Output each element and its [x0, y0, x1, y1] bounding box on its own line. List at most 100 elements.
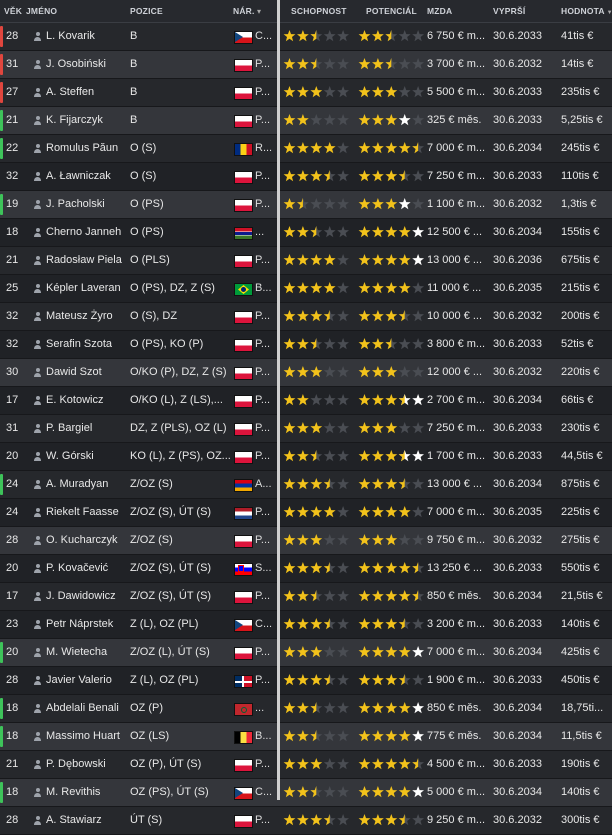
player-name[interactable]: M. Revithis — [46, 779, 126, 806]
player-name[interactable]: Cherno Janneh — [46, 219, 126, 246]
table-row[interactable]: 28 L. Kovarik B C... 6 750 € m... 30.6.2033 41… — [0, 23, 612, 51]
table-row[interactable]: 17 E. Kotowicz O/KO (L), Z (LS),... P... 2 7… — [0, 387, 612, 415]
player-name[interactable]: Mateusz Żyro — [46, 303, 126, 330]
table-row[interactable]: 32 Serafin Szota O (PS), KO (P) P... 3 800 €… — [0, 331, 612, 359]
player-name[interactable]: M. Wietecha — [46, 639, 126, 666]
table-row[interactable]: 24 Riekelt Faasse Z/OZ (S), ÚT (S) P... 7 00… — [0, 499, 612, 527]
player-name[interactable]: E. Kotowicz — [46, 387, 126, 414]
table-row[interactable]: 23 Petr Náprstek Z (L), OZ (PL) C... 3 200 €… — [0, 611, 612, 639]
column-header-position[interactable]: POZICE — [130, 0, 163, 22]
table-row[interactable]: 31 J. Osobiński B P... 3 700 € m... 30.6.2032… — [0, 51, 612, 79]
table-row[interactable]: 28 O. Kucharczyk Z/OZ (S) P... 9 750 € m... 3… — [0, 527, 612, 555]
player-name[interactable]: Massimo Huart — [46, 723, 126, 750]
player-name[interactable]: P. Kovačević — [46, 555, 126, 582]
dominican-flag-icon — [234, 675, 253, 688]
player-name[interactable]: A. Steffen — [46, 79, 126, 106]
column-header-ability[interactable]: SCHOPNOST — [291, 0, 347, 22]
player-value: 66tis € — [561, 394, 594, 406]
table-row[interactable]: 21 K. Fijarczyk B P... 325 € měs. 30.6.2033 5,… — [0, 107, 612, 135]
poland-flag-icon — [234, 115, 253, 128]
ability-stars — [283, 142, 351, 155]
player-nationality: P... — [255, 86, 271, 98]
player-avatar-icon — [33, 648, 42, 657]
potential-stars — [358, 254, 426, 267]
player-name[interactable]: P. Dębowski — [46, 751, 126, 778]
table-row[interactable]: 17 J. Dawidowicz Z/OZ (S), ÚT (S) P... 850 €… — [0, 583, 612, 611]
potential-stars — [358, 506, 426, 519]
table-row[interactable]: 20 P. Kovačević Z/OZ (S), ÚT (S) S... 13 250… — [0, 555, 612, 583]
player-name[interactable]: J. Dawidowicz — [46, 583, 126, 610]
table-row[interactable]: 21 P. Dębowski OZ (P), ÚT (S) P... 4 500 € m… — [0, 751, 612, 779]
table-row[interactable]: 21 Radosław Piela O (PLS) P... 13 000 € ... 3… — [0, 247, 612, 275]
player-position: O (S) — [130, 142, 157, 154]
potential-stars — [358, 58, 426, 71]
player-avatar-icon — [33, 424, 42, 433]
table-row[interactable]: 18 Massimo Huart OZ (LS) B... 775 € měs. 30.6… — [0, 723, 612, 751]
player-name[interactable]: J. Osobiński — [46, 51, 126, 78]
table-row[interactable]: 18 M. Revithis OZ (PS), ÚT (S) C... 5 000 € … — [0, 779, 612, 807]
contract-expires: 30.6.2032 — [493, 366, 542, 378]
player-position: B — [130, 114, 138, 126]
player-name[interactable]: J. Pacholski — [46, 191, 126, 218]
player-name[interactable]: Radosław Piela — [46, 247, 126, 274]
column-splitter[interactable] — [277, 0, 280, 800]
player-name[interactable]: K. Fijarczyk — [46, 107, 126, 134]
table-row[interactable]: 32 Mateusz Żyro O (S), DZ P... 10 000 € ... 3… — [0, 303, 612, 331]
table-row[interactable]: 32 A. Ławniczak O (S) P... 7 250 € m... 30.6.… — [0, 163, 612, 191]
table-row[interactable]: 30 Dawid Szot O/KO (P), DZ, Z (S) P... 12 00… — [0, 359, 612, 387]
player-name[interactable]: Képler Laveran — [46, 275, 126, 302]
table-row[interactable]: 18 Abdelali Benali OZ (P)... 850 € měs. 30.6… — [0, 695, 612, 723]
column-header-nationality[interactable]: NÁR. — [233, 0, 261, 22]
player-name[interactable]: A. Ławniczak — [46, 163, 126, 190]
player-age: 19 — [6, 198, 19, 210]
player-avatar-icon — [33, 312, 42, 321]
player-name[interactable]: Dawid Szot — [46, 359, 126, 386]
player-name[interactable]: Javier Valerio — [46, 667, 126, 694]
table-row[interactable]: 20 M. Wietecha Z/OZ (L), ÚT (S) P... 7 000 €… — [0, 639, 612, 667]
player-nationality: P... — [255, 758, 271, 770]
table-row[interactable]: 25 Képler Laveran O (PS), DZ, Z (S) B... 11 … — [0, 275, 612, 303]
table-row[interactable]: 22 Romulus Păun O (S) R... 7 000 € m... 30.6.… — [0, 135, 612, 163]
player-avatar-icon — [33, 32, 42, 41]
player-value: 155tis € — [561, 226, 600, 238]
player-name[interactable]: Riekelt Faasse — [46, 499, 126, 526]
table-row[interactable]: 24 A. Muradyan Z/OZ (S) A... 13 000 € ... 30.… — [0, 471, 612, 499]
table-row[interactable]: 20 W. Górski KO (L), Z (PS), OZ... P... 1 70… — [0, 443, 612, 471]
column-header-value[interactable]: HODNOTA — [561, 0, 612, 22]
player-name[interactable]: Abdelali Benali — [46, 695, 126, 722]
player-wage: 7 000 € m... — [427, 646, 486, 658]
player-nationality: P... — [255, 170, 271, 182]
ability-stars — [283, 226, 351, 239]
table-row[interactable]: 28 Javier Valerio Z (L), OZ (PL) P... 1 900 … — [0, 667, 612, 695]
column-header-wage[interactable]: MZDA — [427, 0, 452, 22]
player-name[interactable]: A. Stawiarz — [46, 807, 126, 834]
player-name[interactable]: W. Górski — [46, 443, 126, 470]
player-name[interactable]: Romulus Păun — [46, 135, 126, 162]
player-name[interactable]: P. Bargiel — [46, 415, 126, 442]
player-name[interactable]: Serafin Szota — [46, 331, 126, 358]
player-name[interactable]: O. Kucharczyk — [46, 527, 126, 554]
player-wage: 1 700 € m... — [427, 450, 486, 462]
column-header-name[interactable]: JMÉNO — [26, 0, 57, 22]
poland-flag-icon — [234, 367, 253, 380]
player-name[interactable]: Petr Náprstek — [46, 611, 126, 638]
table-row[interactable]: 19 J. Pacholski O (PS) P... 1 100 € m... 30.6… — [0, 191, 612, 219]
player-wage: 3 200 € m... — [427, 618, 486, 630]
column-header-age[interactable]: VĚK — [4, 0, 22, 22]
table-row[interactable]: 27 A. Steffen B P... 5 500 € m... 30.6.2033 23… — [0, 79, 612, 107]
column-header-expires[interactable]: VYPRŠÍ — [493, 0, 525, 22]
column-header-potential[interactable]: POTENCIÁL — [366, 0, 417, 22]
table-row[interactable]: 18 Cherno Janneh O (PS)... 12 500 € ... 30.6… — [0, 219, 612, 247]
ability-stars — [283, 394, 351, 407]
player-value: 44,5tis € — [561, 450, 603, 462]
player-name[interactable]: L. Kovarik — [46, 23, 126, 50]
player-nationality: P... — [255, 58, 271, 70]
contract-expires: 30.6.2032 — [493, 814, 542, 826]
player-age: 18 — [6, 730, 19, 742]
ability-stars — [283, 366, 351, 379]
table-row[interactable]: 28 A. Stawiarz ÚT (S) P... 9 250 € m... 30.6.… — [0, 807, 612, 835]
player-name[interactable]: A. Muradyan — [46, 471, 126, 498]
player-avatar-icon — [33, 396, 42, 405]
player-avatar-icon — [33, 144, 42, 153]
table-row[interactable]: 31 P. Bargiel DZ, Z (PLS), OZ (L) P... 7 250… — [0, 415, 612, 443]
